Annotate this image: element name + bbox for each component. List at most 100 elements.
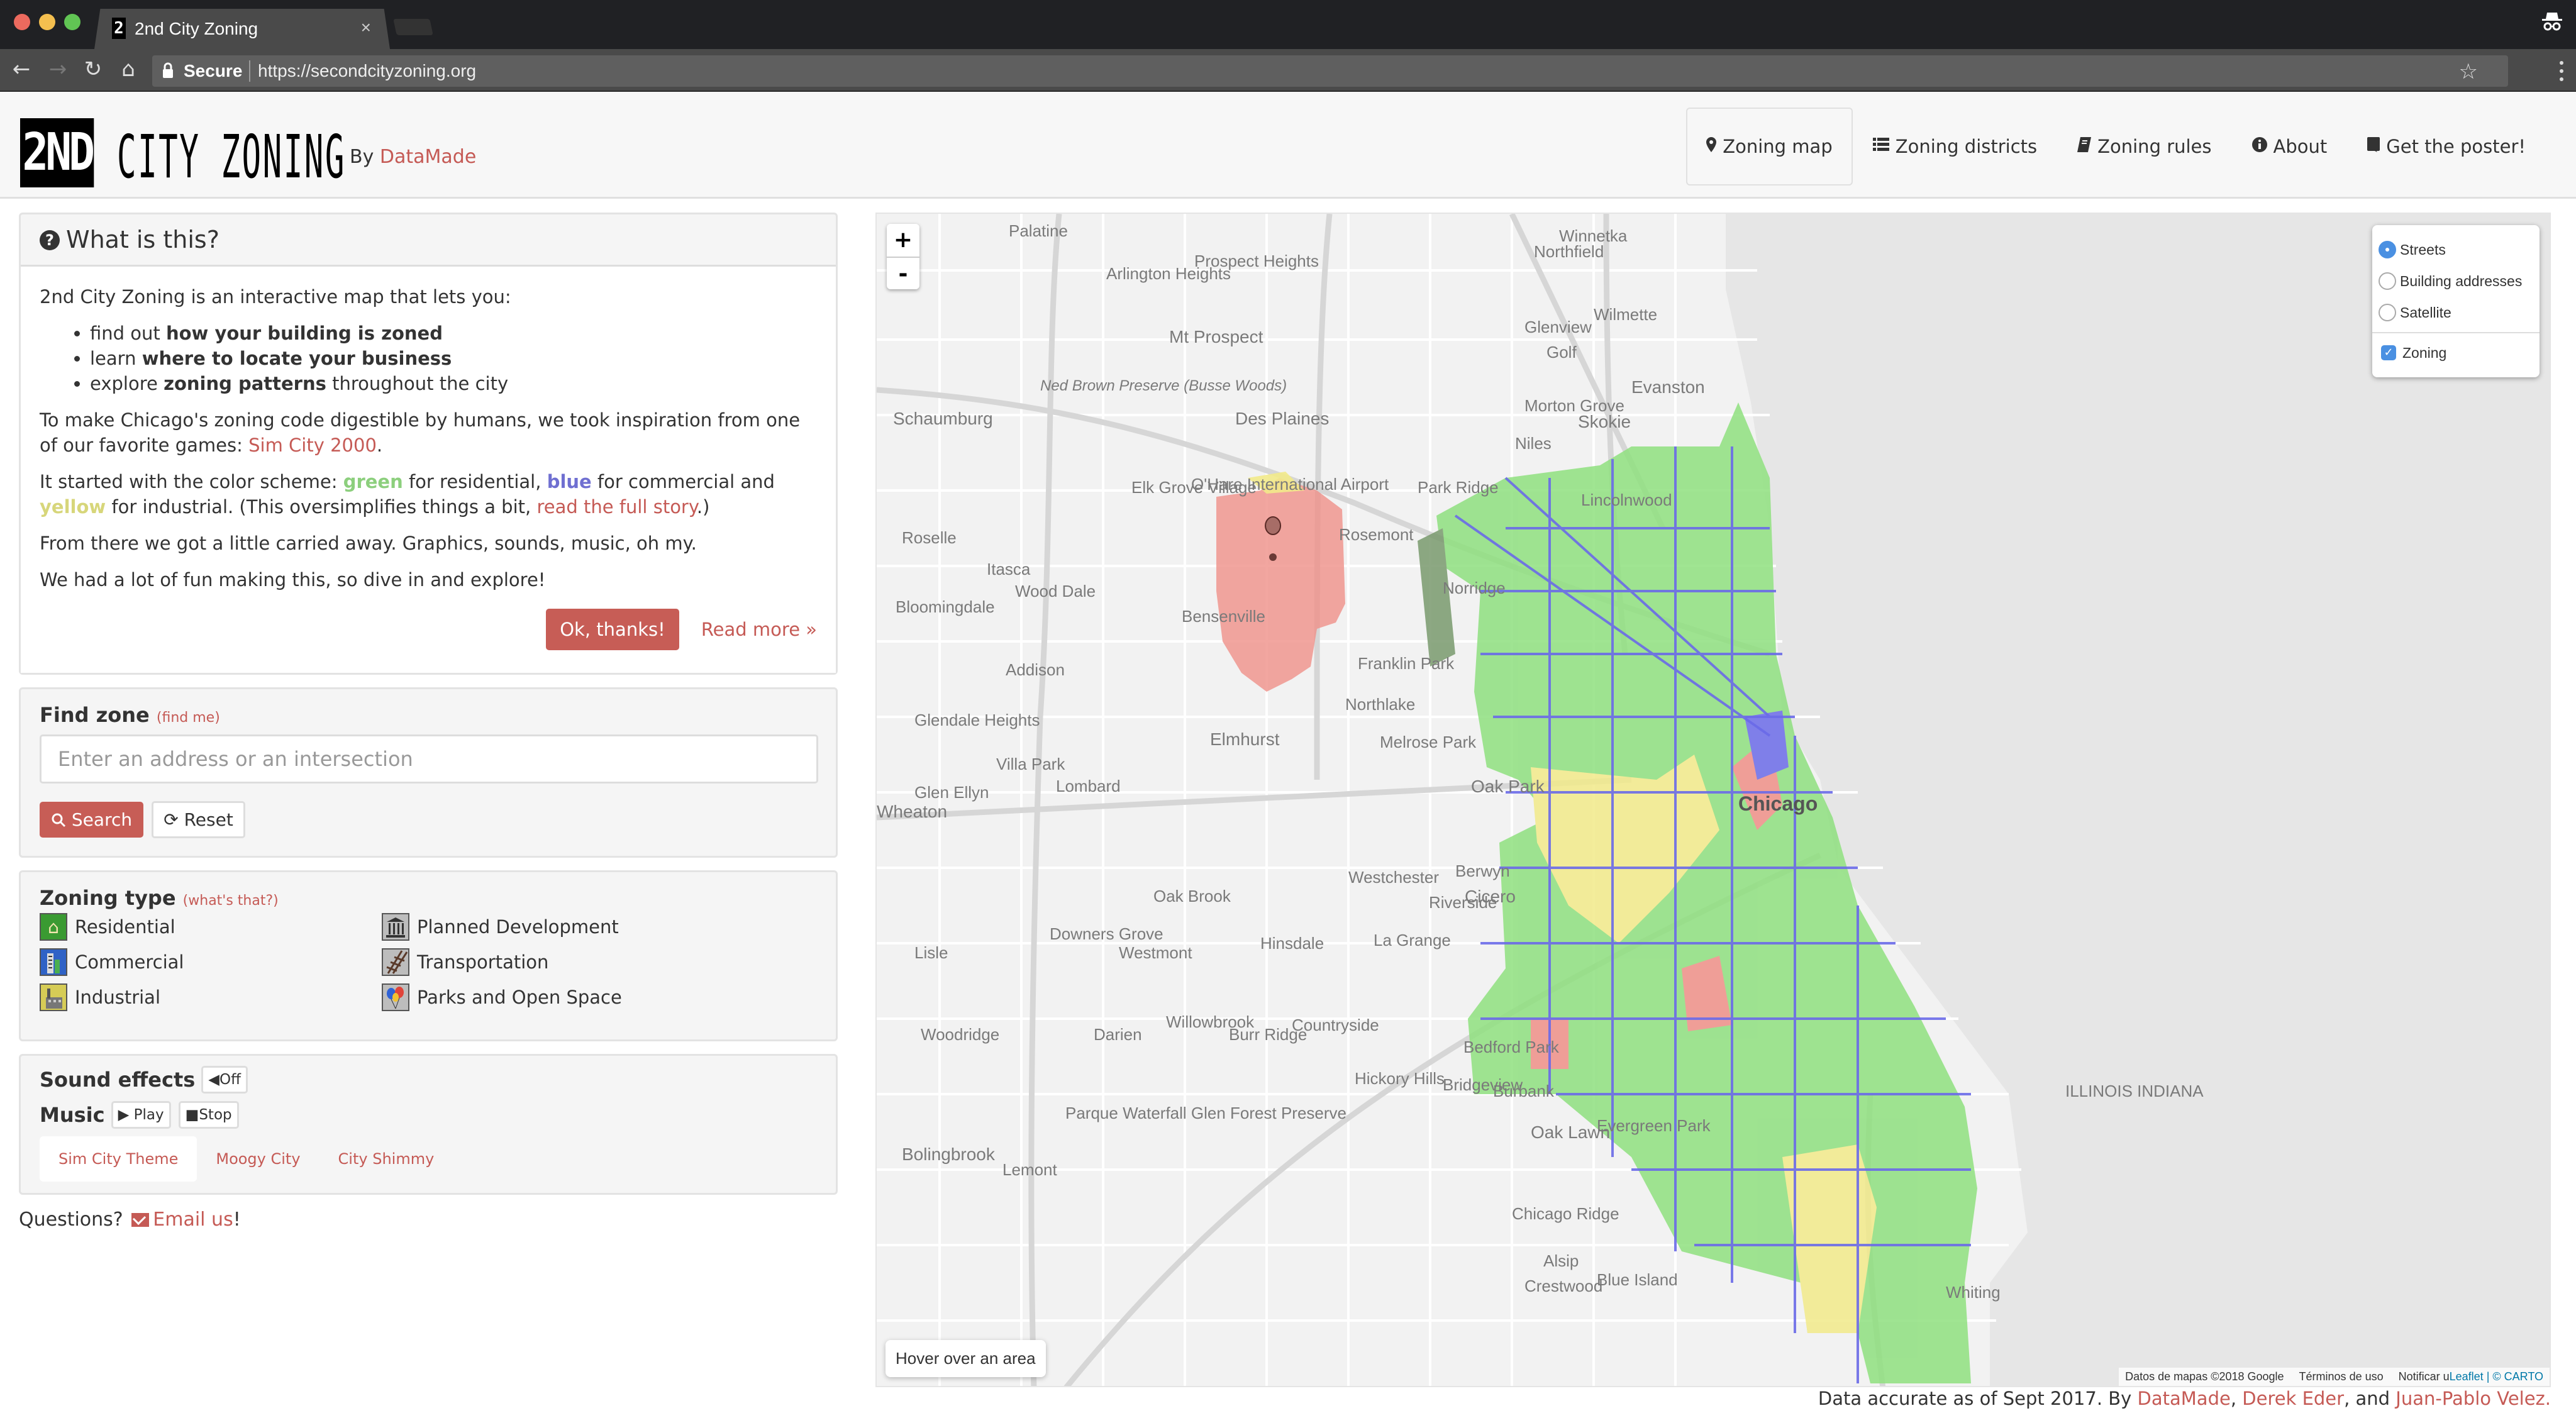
intro-panel-body: 2nd City Zoning is an interactive map th… — [21, 267, 836, 673]
sim-city-2000-link[interactable]: Sim City 2000 — [248, 435, 377, 456]
tab-close-icon[interactable]: × — [361, 18, 371, 38]
footer-juan-pablo-velez-link[interactable]: Juan-Pablo Velez. — [2396, 1388, 2551, 1409]
legend-item-transportation[interactable]: Transportation — [382, 948, 759, 977]
map-place-label: Itasca — [987, 560, 1031, 579]
book-icon — [2077, 136, 2092, 157]
map-place-label: Norridge — [1443, 579, 1506, 597]
bookmark-icon — [2367, 136, 2380, 157]
layer-option-streets[interactable]: Streets — [2379, 234, 2533, 265]
intro-panel-title: What is this? — [66, 226, 219, 253]
terms-link[interactable]: Términos de uso — [2299, 1370, 2384, 1383]
music-stop-button[interactable]: ■Stop — [178, 1101, 239, 1129]
browser-tab-strip: 2 2nd City Zoning × — [0, 0, 2576, 49]
map-place-label: Westmont — [1119, 943, 1192, 962]
checkbox-zoning[interactable]: ✓ — [2381, 345, 2396, 360]
radio-streets[interactable] — [2379, 241, 2396, 258]
intro-paragraph-inspiration: To make Chicago's zoning code digestible… — [40, 409, 801, 456]
sound-effects-toggle[interactable]: ◀Off — [201, 1066, 248, 1094]
find-me-link[interactable]: (find me) — [157, 710, 220, 726]
legend-item-commercial[interactable]: Commercial — [40, 948, 382, 977]
window-close-button[interactable] — [14, 14, 30, 30]
nav-label: Zoning map — [1723, 136, 1833, 157]
map-place-label: Glen Ellyn — [914, 783, 989, 802]
map-place-label: Bolingbrook — [902, 1144, 995, 1164]
track-tab-moogy-city[interactable]: Moogy City — [197, 1136, 319, 1182]
nav-zoning-districts[interactable]: Zoning districts — [1853, 108, 2057, 186]
legend-item-industrial[interactable]: Industrial — [40, 983, 382, 1012]
track-tab-city-shimmy[interactable]: City Shimmy — [319, 1136, 453, 1182]
full-story-link[interactable]: read the full story — [536, 496, 696, 518]
carto-link[interactable]: | © CARTO — [2487, 1370, 2543, 1383]
map-place-label: Villa Park — [996, 755, 1065, 773]
map-place-label: Bedford Park — [1463, 1038, 1559, 1056]
new-tab-button[interactable] — [393, 19, 433, 35]
address-bar[interactable]: Secure https://secondcityzoning.org ☆ — [152, 55, 2508, 87]
window-minimize-button[interactable] — [39, 14, 55, 30]
map-place-label: Crestwood — [1524, 1277, 1603, 1295]
residential-house-icon: ⌂ — [40, 913, 67, 941]
layer-option-satellite[interactable]: Satellite — [2379, 297, 2533, 328]
reset-button[interactable]: ⟳ Reset — [152, 801, 245, 838]
home-icon[interactable]: ⌂ — [116, 57, 141, 82]
legend-item-parks[interactable]: Parks and Open Space — [382, 983, 759, 1012]
nav-get-poster[interactable]: Get the poster! — [2347, 108, 2546, 186]
map-place-label: Riverside — [1429, 893, 1497, 912]
feature-item: find out how your building is zoned — [90, 321, 817, 346]
search-button[interactable]: Search — [40, 802, 144, 838]
map-place-label: ILLINOIS INDIANA — [2065, 1082, 2204, 1100]
question-circle-icon: ? — [40, 230, 60, 250]
legend-item-planned-development[interactable]: Planned Development — [382, 912, 759, 941]
volume-icon: ◀ — [208, 1072, 219, 1088]
track-tab-sim-city-theme[interactable]: Sim City Theme — [40, 1136, 197, 1182]
address-search-input[interactable] — [40, 734, 818, 784]
music-play-button[interactable]: ▶ Play — [111, 1101, 171, 1129]
leaflet-link[interactable]: Leaflet — [2450, 1370, 2484, 1383]
radio-satellite[interactable] — [2379, 304, 2396, 321]
zoom-in-button[interactable]: + — [887, 224, 919, 257]
ok-thanks-button[interactable]: Ok, thanks! — [546, 609, 679, 650]
intro-panel-header: ? What is this? — [21, 214, 836, 267]
whats-that-link[interactable]: (what's that?) — [183, 893, 279, 909]
map-place-label: Northlake — [1345, 695, 1416, 714]
byline-prefix: By — [350, 146, 374, 168]
nav-zoning-rules[interactable]: Zoning rules — [2057, 108, 2231, 186]
nav-zoning-map[interactable]: Zoning map — [1686, 108, 1853, 186]
url-text[interactable]: https://secondcityzoning.org — [258, 61, 476, 81]
datamade-link[interactable]: DataMade — [380, 146, 476, 168]
list-icon — [1872, 137, 1889, 156]
forward-icon[interactable]: → — [45, 57, 70, 82]
map-place-label: Elmhurst — [1210, 729, 1280, 749]
back-icon[interactable]: ← — [9, 57, 34, 82]
footer-derek-eder-link[interactable]: Derek Eder — [2242, 1388, 2344, 1409]
window-maximize-button[interactable] — [64, 14, 80, 30]
map-place-label: Burbank — [1493, 1082, 1554, 1100]
sound-effects-row: Sound effects ◀Off — [40, 1066, 817, 1094]
map-place-label: Chicago — [1738, 792, 1818, 815]
read-more-link[interactable]: Read more » — [701, 619, 817, 640]
legend-item-residential[interactable]: ⌂ Residential — [40, 912, 382, 941]
bookmark-star-icon[interactable]: ☆ — [2459, 59, 2478, 84]
reload-icon[interactable]: ↻ — [80, 57, 106, 82]
zoom-out-button[interactable]: - — [887, 257, 919, 289]
map-attribution: Datos de mapas ©2018 Google Términos de … — [2119, 1368, 2550, 1386]
google-attribution[interactable]: Datos de mapas ©2018 Google — [2125, 1370, 2284, 1383]
zoning-map[interactable]: Palatine Arlington Heights Prospect Height… — [875, 213, 2551, 1387]
browser-tab-active[interactable]: 2 2nd City Zoning × — [94, 9, 390, 49]
layer-option-building-addresses[interactable]: Building addresses — [2379, 265, 2533, 297]
map-place-label: Wood Dale — [1015, 582, 1096, 601]
intro-panel: ? What is this? 2nd City Zoning is an int… — [19, 213, 838, 675]
map-place-label: Des Plaines — [1235, 409, 1330, 428]
map-place-label: Melrose Park — [1380, 733, 1477, 751]
feature-item: learn where to locate your business — [90, 346, 817, 371]
leaflet-carto-attribution: Notificar uLeaflet | © CARTO — [2398, 1370, 2543, 1383]
green-label: green — [343, 471, 403, 492]
map-place-label: Franklin Park — [1358, 654, 1455, 673]
nav-about[interactable]: About — [2232, 108, 2348, 186]
map-place-label: Glenview — [1524, 318, 1592, 336]
feature-item: explore zoning patterns throughout the c… — [90, 371, 817, 396]
radio-building-addresses[interactable] — [2379, 272, 2396, 290]
email-us-link[interactable]: Email us — [153, 1209, 233, 1231]
menu-kebab-icon[interactable] — [2558, 60, 2565, 82]
overlay-option-zoning[interactable]: ✓ Zoning — [2379, 337, 2533, 368]
footer-datamade-link[interactable]: DataMade — [2138, 1388, 2231, 1409]
